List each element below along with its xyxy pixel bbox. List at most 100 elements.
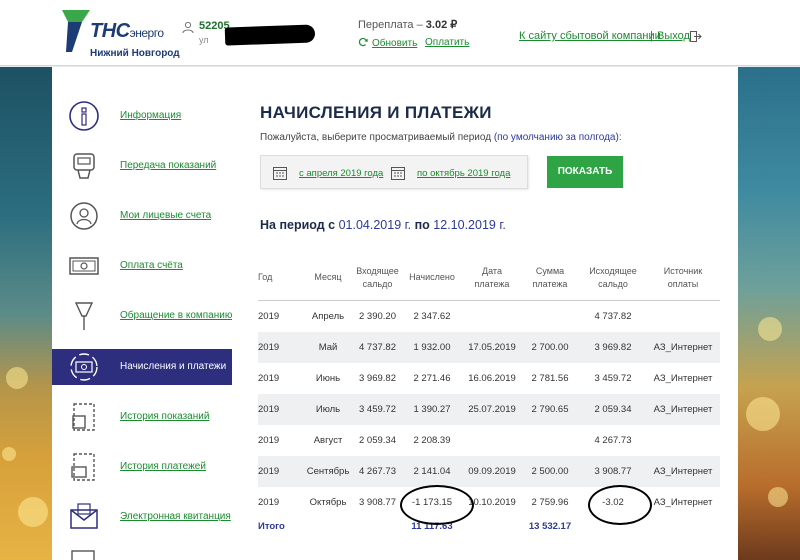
sidebar-item-contact-company[interactable]: Обращение в компанию [52, 298, 232, 334]
cell-month: Октябрь [309, 497, 347, 508]
meter-icon [73, 153, 95, 179]
cell-year: 2019 [258, 373, 280, 384]
period-to-link[interactable]: по октябрь 2019 года [417, 168, 510, 179]
info-icon [69, 101, 99, 131]
table-row: 2019 Июль 3 459.72 1 390.27 25.07.2019 2 790.… [258, 394, 720, 425]
cell-payment-source: АЗ_Интернет [653, 342, 713, 353]
cell-month: Май [318, 342, 338, 353]
logout-icon[interactable] [690, 31, 702, 42]
logo-brand: ТНСэнерго [90, 20, 164, 42]
sidebar: Информация Передача показаний Мои лицевы… [52, 67, 232, 560]
cell-incoming-balance: 4 737.82 [359, 342, 396, 353]
cell-payment-amount: 2 700.00 [531, 342, 569, 353]
redaction-mark [224, 24, 316, 46]
cell-outgoing-balance: 2 059.34 [594, 404, 632, 415]
column-header-incoming-balance: Входящее сальдо [356, 266, 399, 289]
cell-incoming-balance: 3 459.72 [359, 404, 396, 415]
cell-incoming-balance: 2 059.34 [359, 435, 396, 446]
total-label: Итого [258, 521, 285, 532]
period-hint: Пожалуйста, выберите просматриваемый пер… [260, 132, 622, 143]
cell-year: 2019 [258, 435, 280, 446]
sidebar-item-payments-history[interactable]: История платежей [52, 449, 232, 485]
cell-outgoing-balance: 3 459.72 [594, 373, 632, 384]
sidebar-item-e-receipt[interactable]: Электронная квитанция [52, 499, 232, 535]
cell-month: Апрель [311, 311, 345, 322]
calendar-icon[interactable] [391, 166, 405, 180]
column-header-year: Год [258, 272, 273, 282]
cell-year: 2019 [258, 497, 280, 508]
cell-payment-amount: 2 790.65 [531, 404, 569, 415]
cell-incoming-balance: 3 969.82 [359, 373, 396, 384]
column-header-payment-amount: Сумма платежа [532, 266, 568, 289]
cell-charged: 2 141.04 [413, 466, 451, 477]
logout-link[interactable]: Выход [657, 30, 690, 42]
cell-incoming-balance: 2 390.20 [359, 311, 396, 322]
user-icon [182, 21, 194, 33]
total-paid: 13 532.17 [528, 521, 572, 532]
refresh-link[interactable]: Обновить [358, 37, 417, 49]
cell-incoming-balance: 4 267.73 [359, 466, 396, 477]
header-separator: | [650, 30, 653, 42]
sidebar-item-charges-payments[interactable]: Начисления и платежи [52, 349, 232, 385]
logo[interactable]: ТНСэнерго Нижний Новгород [60, 8, 190, 59]
overpay-value: 3.02 ₽ [425, 19, 458, 31]
cell-charged: 2 208.39 [413, 435, 451, 446]
show-button[interactable]: ПОКАЗАТЬ [547, 156, 623, 188]
table-row: 2019 Июнь 3 969.82 2 271.46 16.06.2019 2 781.… [258, 363, 720, 394]
charges-table: Год Месяц Входящее сальдо Начислено Дата плате… [258, 259, 720, 536]
period-heading: На период с 01.04.2019 г. по 12.10.2019 … [260, 218, 506, 232]
company-site-link[interactable]: К сайту сбытовой компании [519, 30, 661, 42]
cut-off-icon [71, 550, 95, 560]
cell-payment-source: АЗ_Интернет [653, 404, 713, 415]
cell-month: Сентябрь [306, 466, 350, 477]
main-content: НАЧИСЛЕНИЯ И ПЛАТЕЖИ Пожалуйста, выберит… [232, 67, 738, 560]
sidebar-item-accounts[interactable]: Мои лицевые счета [52, 198, 232, 234]
cell-year: 2019 [258, 404, 280, 415]
sidebar-item-readings-history[interactable]: История показаний [52, 399, 232, 435]
cell-outgoing-balance: 3 908.77 [594, 466, 632, 477]
column-header-charged: Начислено [409, 272, 455, 282]
period-from-link[interactable]: с апреля 2019 года [299, 168, 383, 179]
page-title: НАЧИСЛЕНИЯ И ПЛАТЕЖИ [260, 103, 492, 122]
sidebar-item-info[interactable]: Информация [52, 98, 232, 134]
cell-charged: 2 347.62 [413, 311, 451, 322]
accounts-icon [70, 202, 98, 230]
annotation-circle-charged [400, 485, 474, 525]
payments-history-icon [71, 453, 95, 481]
cell-outgoing-balance: 4 737.82 [594, 311, 632, 322]
cell-charged: 2 271.46 [413, 373, 451, 384]
header: ТНСэнерго Нижний Новгород 52205 ул Переп… [0, 0, 800, 66]
cell-payment-source: АЗ_Интернет [653, 466, 713, 477]
charges-icon [70, 353, 98, 381]
table-row: 2019 Август 2 059.34 2 208.39 4 267.73 [258, 425, 720, 456]
annotation-circle-outgoing [588, 485, 652, 525]
cell-month: Июнь [315, 373, 341, 384]
default-period-note: (по умолчанию за полгода) [493, 132, 619, 143]
cell-month: Август [313, 435, 343, 446]
cell-charged: 1 390.27 [413, 404, 451, 415]
cell-year: 2019 [258, 466, 280, 477]
cell-payment-amount: 2 759.96 [531, 497, 569, 508]
sidebar-item-payment[interactable]: Оплата счёта [52, 248, 232, 284]
overpay-status: Переплата – 3.02 ₽ [358, 18, 457, 31]
sidebar-item-meter-readings[interactable]: Передача показаний [52, 148, 232, 184]
cell-payment-amount: 2 500.00 [531, 466, 569, 477]
calendar-icon[interactable] [273, 166, 287, 180]
cell-payment-date: 25.07.2019 [468, 404, 516, 415]
table-header: Год Месяц Входящее сальдо Начислено Дата плате… [258, 259, 720, 301]
cell-payment-date: 17.05.2019 [468, 342, 516, 353]
table-row: 2019 Апрель 2 390.20 2 347.62 4 737.82 [258, 301, 720, 332]
table-total-row: Итого 11 117.63 13 532.17 [258, 518, 720, 536]
column-header-payment-date: Дата платежа [474, 266, 510, 289]
refresh-icon [358, 37, 368, 47]
column-header-outgoing-balance: Исходящее сальдо [589, 266, 637, 289]
account-address: ул [199, 35, 209, 45]
pay-link[interactable]: Оплатить [425, 37, 469, 48]
background-left [0, 67, 52, 560]
envelope-icon [70, 503, 98, 529]
overpay-label: Переплата – [358, 19, 423, 31]
cell-outgoing-balance: 4 267.73 [594, 435, 632, 446]
cell-payment-date: 09.09.2019 [468, 466, 516, 477]
cell-payment-source: АЗ_Интернет [653, 497, 713, 508]
cell-payment-source: АЗ_Интернет [653, 373, 713, 384]
